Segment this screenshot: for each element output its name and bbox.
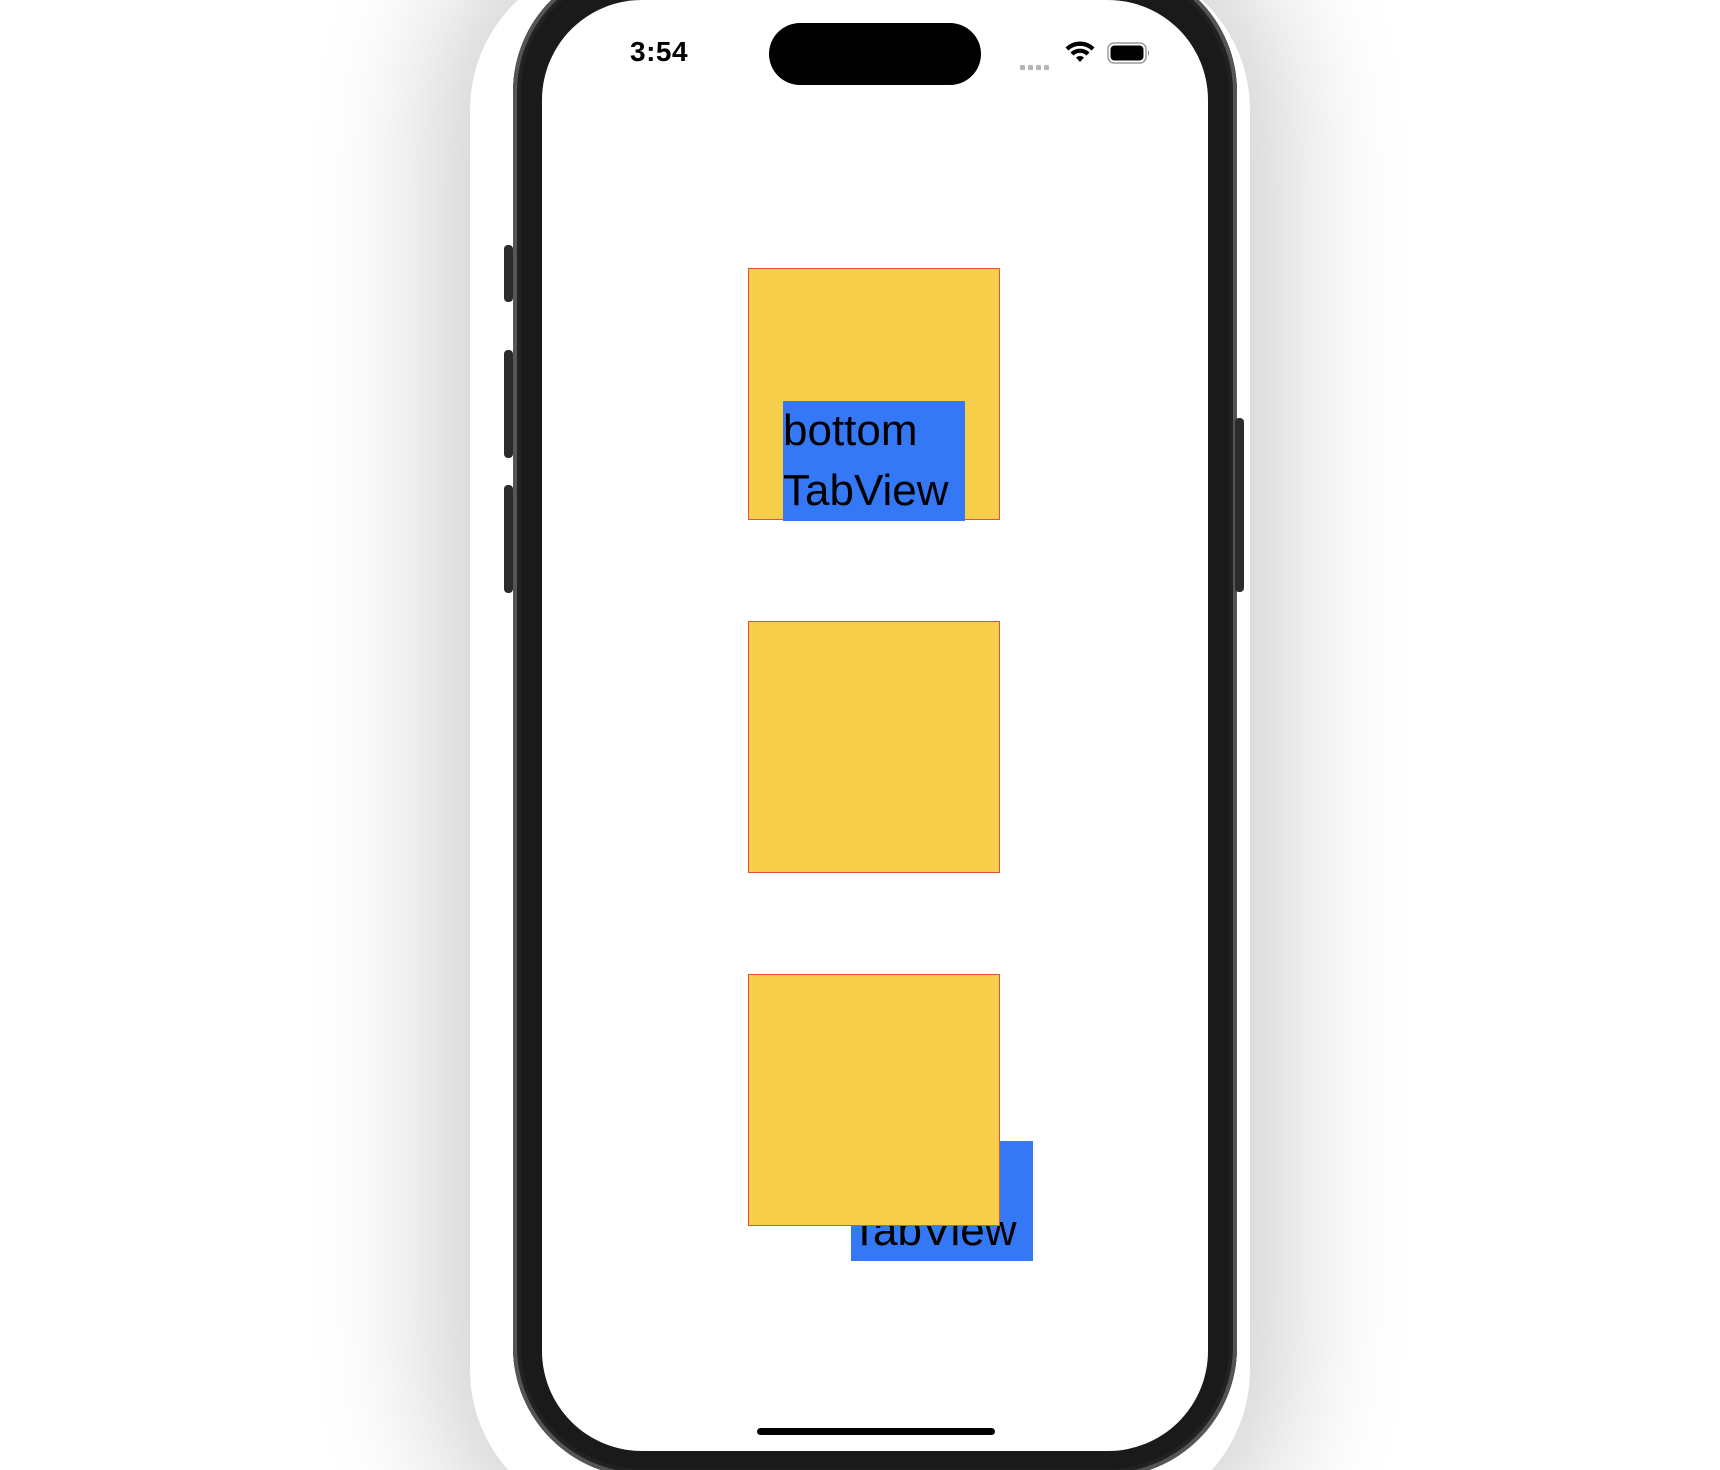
yellow-square-2 [748, 621, 1000, 873]
simulator-stage: 3:54 bottom TabView bottom TabView [0, 0, 1720, 1470]
yellow-square-3 [748, 974, 1000, 1226]
status-time: 3:54 [630, 36, 689, 67]
home-indicator[interactable] [757, 1428, 995, 1435]
tabview-label-1: bottom TabView [783, 401, 965, 521]
volume-up-button [504, 350, 513, 458]
wifi-icon [1065, 41, 1095, 62]
cellular-signal-icon [1020, 57, 1054, 70]
dynamic-island [769, 23, 981, 85]
battery-icon [1107, 42, 1150, 64]
power-button [1235, 418, 1244, 592]
status-bar: 3:54 [542, 0, 1208, 100]
volume-down-button [504, 485, 513, 593]
device-screen: 3:54 bottom TabView bottom TabView [542, 0, 1208, 1451]
action-button [504, 245, 513, 302]
